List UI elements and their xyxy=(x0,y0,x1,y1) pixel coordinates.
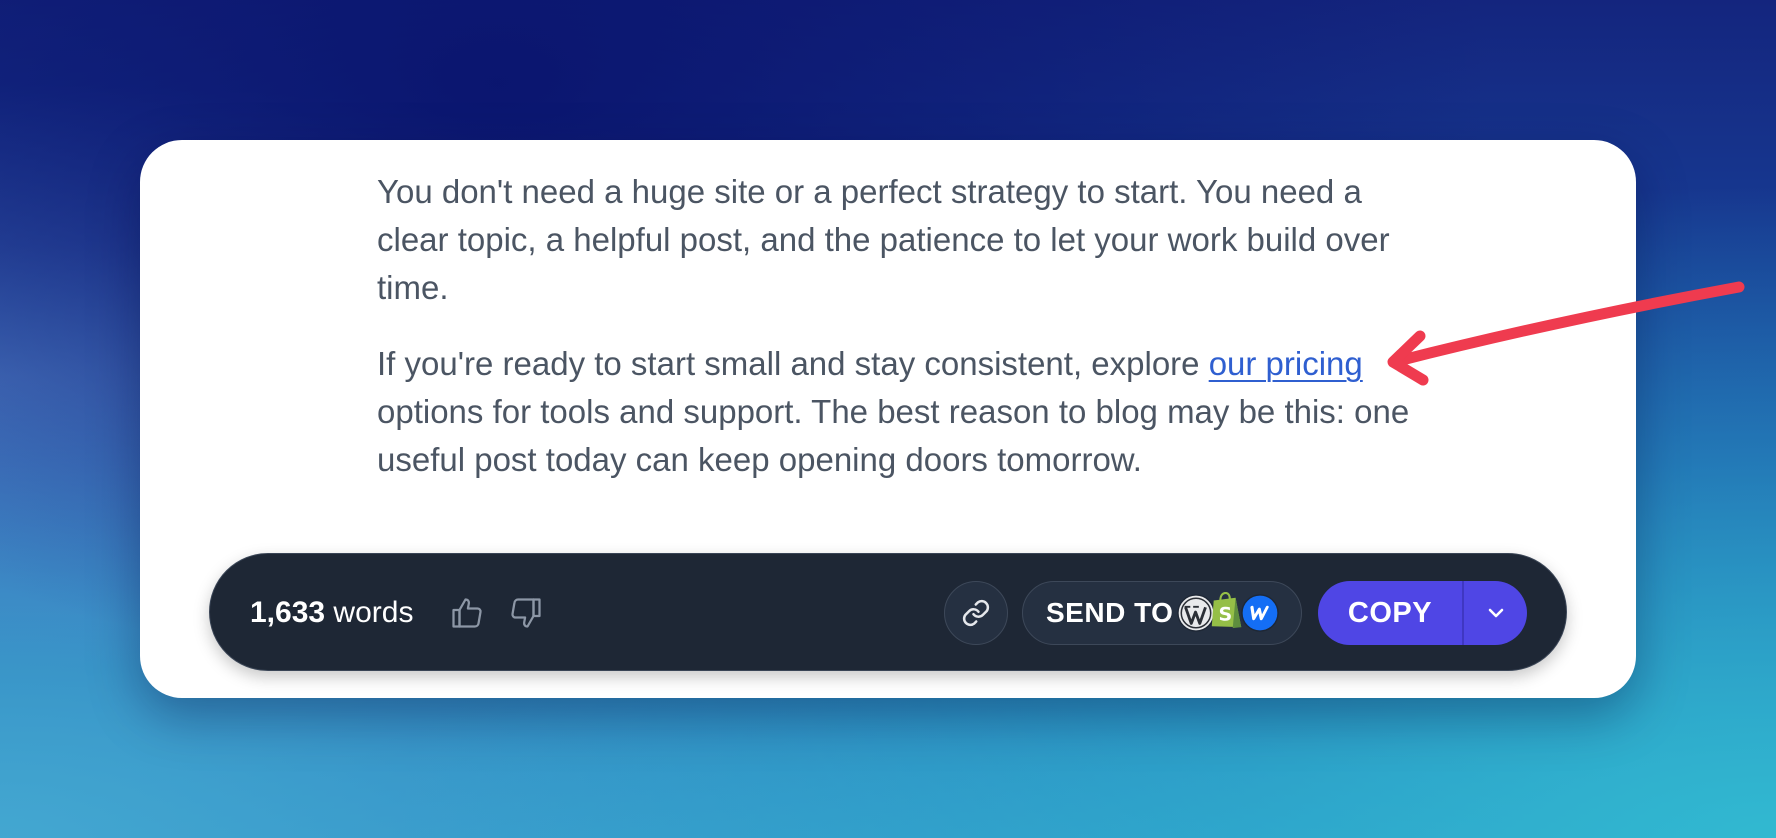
copy-split-button: COPY xyxy=(1318,581,1527,645)
svg-text:S: S xyxy=(1218,604,1232,626)
editor-card: You don't need a huge site or a perfect … xyxy=(140,140,1636,698)
word-count-label: words xyxy=(325,596,414,629)
pricing-link[interactable]: our pricing xyxy=(1209,345,1363,382)
thumbs-down-icon xyxy=(511,598,541,628)
article-content: You don't need a huge site or a perfect … xyxy=(377,168,1427,512)
bottom-toolbar: 1,633 words SEND TO S COPY xyxy=(209,553,1567,671)
paragraph-2-text-before: If you're ready to start small and stay … xyxy=(377,345,1209,382)
copy-link-button[interactable] xyxy=(944,581,1008,645)
chevron-down-icon xyxy=(1488,608,1503,618)
copy-options-dropdown[interactable] xyxy=(1464,581,1527,645)
thumbs-up-button[interactable] xyxy=(447,593,487,633)
thumbs-up-icon xyxy=(452,598,482,628)
send-to-button[interactable]: SEND TO S xyxy=(1022,581,1302,645)
link-icon xyxy=(962,599,990,627)
thumbs-down-button[interactable] xyxy=(506,593,546,633)
paragraph-2-text-after: options for tools and support. The best … xyxy=(377,393,1410,478)
word-count-number: 1,633 xyxy=(250,596,326,629)
webflow-logo xyxy=(1241,594,1279,632)
send-to-label: SEND TO xyxy=(1046,597,1174,628)
copy-button[interactable]: COPY xyxy=(1318,581,1462,645)
paragraph-2: If you're ready to start small and stay … xyxy=(377,340,1427,484)
word-count: 1,633 words xyxy=(250,554,413,672)
paragraph-1: You don't need a huge site or a perfect … xyxy=(377,173,1390,306)
